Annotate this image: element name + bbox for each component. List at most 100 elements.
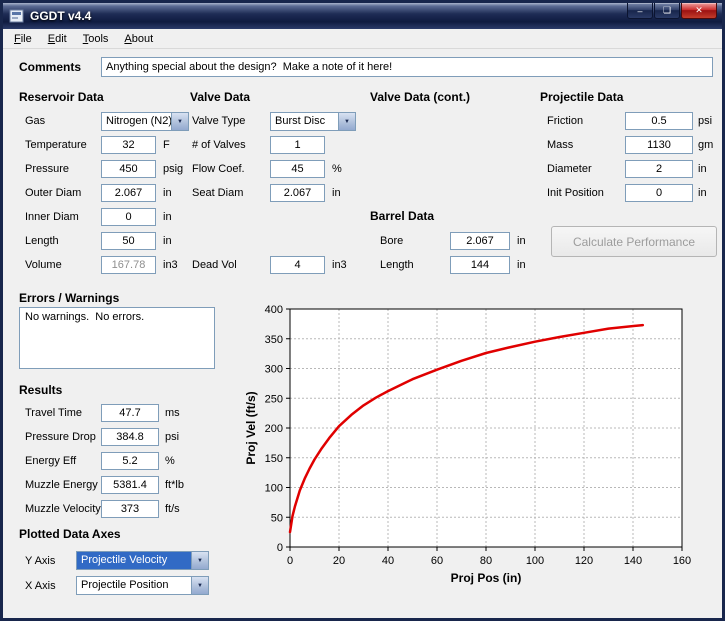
muzzle-velocity-label: Muzzle Velocity: [25, 503, 101, 515]
minimize-button[interactable]: –: [627, 3, 653, 19]
diameter-label: Diameter: [547, 163, 592, 175]
calculate-performance-button[interactable]: Calculate Performance: [551, 226, 717, 257]
chevron-down-icon[interactable]: ▼: [338, 113, 355, 130]
friction-label: Friction: [547, 115, 583, 127]
menubar: File Edit Tools About: [3, 29, 722, 49]
init-position-unit: in: [698, 187, 707, 199]
volume-label: Volume: [25, 259, 62, 271]
friction-input[interactable]: [625, 112, 693, 130]
x-axis-select[interactable]: Projectile Position ▼: [76, 576, 209, 595]
bore-input[interactable]: [450, 232, 510, 250]
window-controls: – ❏ ✕: [627, 3, 717, 19]
close-button[interactable]: ✕: [681, 3, 717, 19]
valve-type-label: Valve Type: [192, 115, 245, 127]
performance-chart-svg: 0204060801001201401600501001502002503003…: [241, 300, 721, 616]
flow-coef-label: Flow Coef.: [192, 163, 245, 175]
bore-unit: in: [517, 235, 526, 247]
x-axis-select-value: Projectile Position: [77, 577, 191, 594]
init-position-input[interactable]: [625, 184, 693, 202]
outer-diam-label: Outer Diam: [25, 187, 81, 199]
performance-chart: 0204060801001201401600501001502002503003…: [241, 300, 721, 616]
axes-section-title: Plotted Data Axes: [19, 527, 121, 541]
reservoir-length-input[interactable]: [101, 232, 156, 250]
svg-text:160: 160: [673, 555, 691, 567]
energy-eff-output: [101, 452, 159, 470]
menu-about[interactable]: About: [116, 30, 161, 48]
temperature-label: Temperature: [25, 139, 87, 151]
inner-diam-input[interactable]: [101, 208, 156, 226]
chevron-down-icon[interactable]: ▼: [171, 113, 188, 130]
y-axis-select[interactable]: Projectile Velocity ▼: [76, 551, 209, 570]
mass-label: Mass: [547, 139, 573, 151]
svg-text:50: 50: [271, 512, 283, 524]
num-valves-label: # of Valves: [192, 139, 246, 151]
svg-text:20: 20: [333, 555, 345, 567]
temperature-input[interactable]: [101, 136, 156, 154]
muzzle-velocity-output: [101, 500, 159, 518]
outer-diam-unit: in: [163, 187, 172, 199]
results-section-title: Results: [19, 383, 62, 397]
chevron-down-icon[interactable]: ▼: [191, 577, 208, 594]
svg-text:250: 250: [265, 393, 283, 405]
svg-text:400: 400: [265, 304, 283, 316]
seat-diam-label: Seat Diam: [192, 187, 243, 199]
svg-text:60: 60: [431, 555, 443, 567]
svg-text:350: 350: [265, 334, 283, 346]
chevron-down-icon[interactable]: ▼: [191, 552, 208, 569]
svg-text:Proj Pos (in): Proj Pos (in): [451, 571, 522, 585]
pressure-input[interactable]: [101, 160, 156, 178]
dead-vol-input[interactable]: [270, 256, 325, 274]
muzzle-energy-unit: ft*lb: [165, 479, 184, 491]
flow-coef-input[interactable]: [270, 160, 325, 178]
menu-file[interactable]: File: [6, 30, 40, 48]
pressure-label: Pressure: [25, 163, 69, 175]
friction-unit: psi: [698, 115, 712, 127]
seat-diam-input[interactable]: [270, 184, 325, 202]
app-window: GGDT v4.4 – ❏ ✕ File Edit Tools About Co…: [0, 0, 725, 621]
gas-select-value: Nitrogen (N2): [102, 113, 171, 130]
travel-time-output: [101, 404, 159, 422]
svg-text:0: 0: [287, 555, 293, 567]
client-area: Comments Reservoir Data Valve Data Valve…: [3, 49, 722, 618]
svg-text:0: 0: [277, 542, 283, 554]
pressure-drop-output: [101, 428, 159, 446]
menu-edit[interactable]: Edit: [40, 30, 75, 48]
reservoir-length-label: Length: [25, 235, 59, 247]
errors-box: No warnings. No errors.: [19, 307, 215, 369]
projectile-section-title: Projectile Data: [540, 90, 623, 104]
barrel-length-unit: in: [517, 259, 526, 271]
svg-text:150: 150: [265, 453, 283, 465]
window-title: GGDT v4.4: [30, 9, 91, 23]
pressure-drop-label: Pressure Drop: [25, 431, 96, 443]
menu-tools[interactable]: Tools: [75, 30, 117, 48]
valve-cont-section-title: Valve Data (cont.): [370, 90, 470, 104]
inner-diam-unit: in: [163, 211, 172, 223]
flow-coef-unit: %: [332, 163, 342, 175]
bore-label: Bore: [380, 235, 403, 247]
pressure-unit: psig: [163, 163, 183, 175]
svg-text:80: 80: [480, 555, 492, 567]
svg-text:300: 300: [265, 364, 283, 376]
outer-diam-input[interactable]: [101, 184, 156, 202]
diameter-unit: in: [698, 163, 707, 175]
maximize-button[interactable]: ❏: [654, 3, 680, 19]
svg-text:140: 140: [624, 555, 642, 567]
mass-input[interactable]: [625, 136, 693, 154]
num-valves-input[interactable]: [270, 136, 325, 154]
svg-text:200: 200: [265, 423, 283, 435]
svg-text:Proj Vel (ft/s): Proj Vel (ft/s): [244, 391, 258, 464]
reservoir-length-unit: in: [163, 235, 172, 247]
svg-text:100: 100: [265, 483, 283, 495]
errors-section-title: Errors / Warnings: [19, 291, 119, 305]
diameter-input[interactable]: [625, 160, 693, 178]
muzzle-velocity-unit: ft/s: [165, 503, 180, 515]
valve-section-title: Valve Data: [190, 90, 250, 104]
barrel-length-input[interactable]: [450, 256, 510, 274]
valve-type-select[interactable]: Burst Disc ▼: [270, 112, 356, 131]
seat-diam-unit: in: [332, 187, 341, 199]
titlebar[interactable]: GGDT v4.4 – ❏ ✕: [3, 3, 722, 29]
y-axis-select-value: Projectile Velocity: [77, 552, 191, 569]
travel-time-label: Travel Time: [25, 407, 82, 419]
comments-input[interactable]: [101, 57, 713, 77]
gas-select[interactable]: Nitrogen (N2) ▼: [101, 112, 189, 131]
